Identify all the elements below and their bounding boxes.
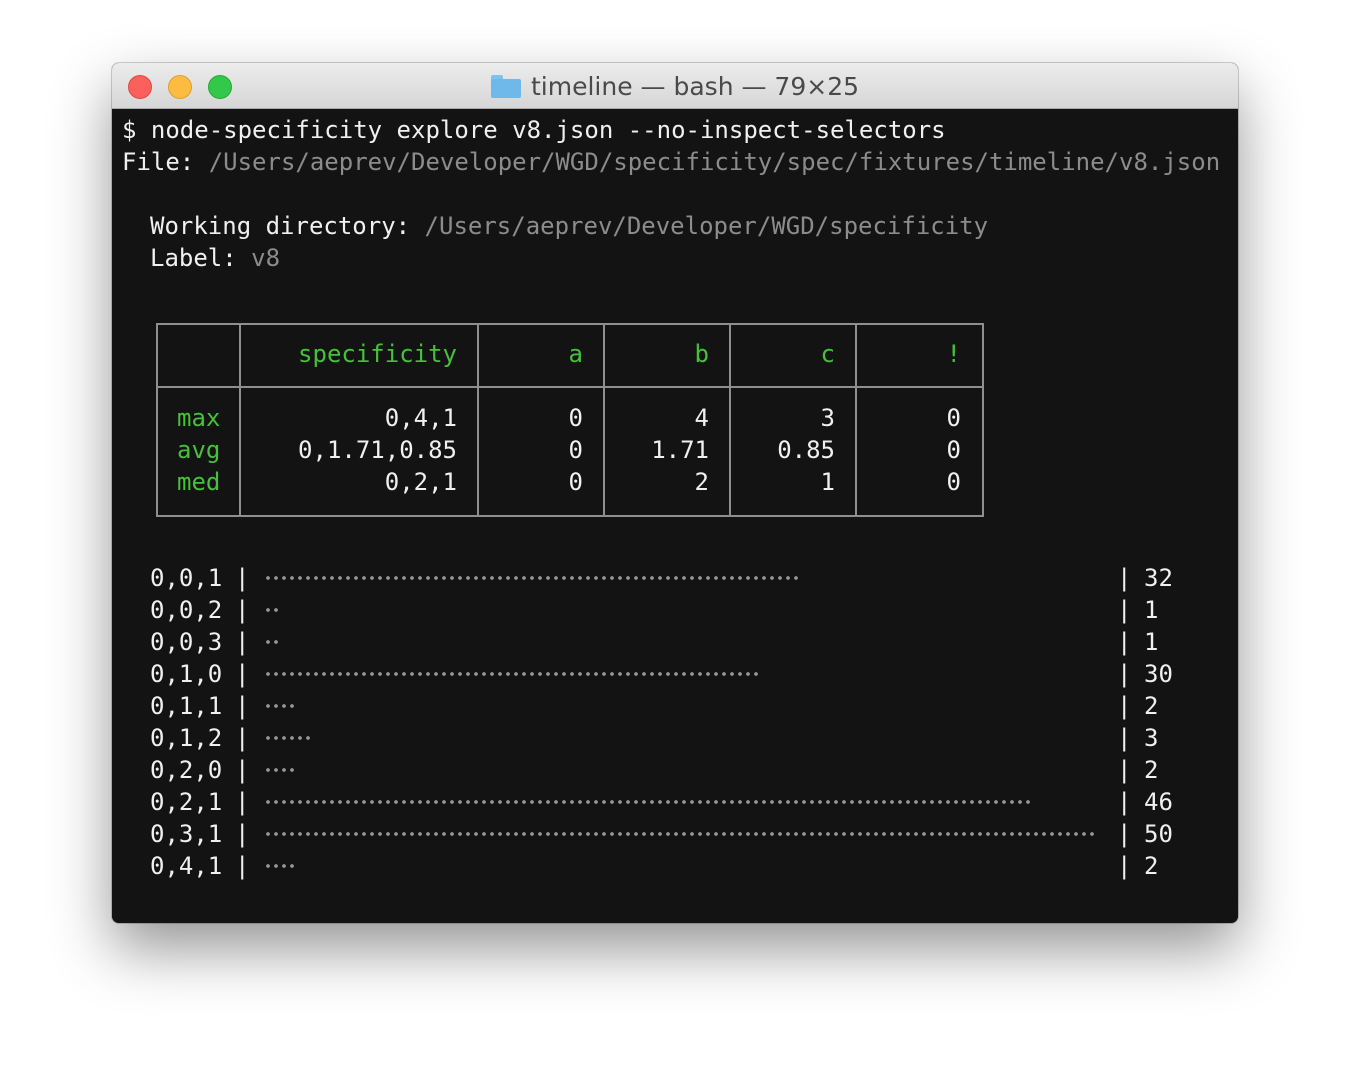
histogram-separator: |	[235, 820, 250, 848]
label-line: Label: v8	[150, 242, 280, 274]
histogram-bar	[264, 639, 280, 645]
histogram-separator: |	[235, 628, 250, 656]
header-a: a	[568, 340, 583, 368]
histogram-separator: |	[235, 692, 250, 720]
histogram-bar	[264, 703, 296, 709]
histogram-row: 0,1,1 | | 2	[112, 690, 1238, 722]
workdir-line: Working directory: /Users/aeprev/Develop…	[150, 210, 988, 242]
header-important: !	[946, 340, 961, 368]
histogram-count: 32	[1144, 564, 1173, 592]
histogram-count: 50	[1144, 820, 1173, 848]
histogram-separator: |	[1117, 788, 1132, 816]
terminal-window: timeline — bash — 79×25 $ node-specifici…	[112, 63, 1238, 923]
cell-specificity: 0,4,1	[384, 404, 457, 432]
histogram-row: 0,0,2 | | 1	[112, 594, 1238, 626]
histogram-separator: |	[235, 788, 250, 816]
histogram-separator: |	[235, 756, 250, 784]
window-title-area: timeline — bash — 79×25	[112, 63, 1238, 109]
histogram-count: 2	[1144, 692, 1159, 720]
histogram-bar	[264, 607, 280, 613]
cell-a: 0	[568, 468, 583, 496]
histogram-separator: |	[1117, 660, 1132, 688]
cell-c: 0.85	[777, 436, 835, 464]
file-path: /Users/aeprev/Developer/WGD/specificity/…	[208, 148, 1221, 176]
histogram-row: 0,1,2 | | 3	[112, 722, 1238, 754]
histogram-count: 30	[1144, 660, 1173, 688]
histogram-count: 2	[1144, 852, 1159, 880]
histogram-separator: |	[1117, 628, 1132, 656]
cell-important: 0	[946, 436, 961, 464]
file-label: File:	[122, 148, 195, 176]
cell-important: 0	[946, 404, 961, 432]
histogram-separator: |	[1117, 852, 1132, 880]
command-text: node-specificity explore v8.json --no-in…	[150, 116, 946, 144]
cell-specificity: 0,1.71,0.85	[298, 436, 457, 464]
row-name-max: max	[177, 404, 221, 432]
histogram-count: 46	[1144, 788, 1173, 816]
histogram-row: 0,0,3 | | 1	[112, 626, 1238, 658]
histogram-bar	[264, 831, 1096, 837]
histogram-separator: |	[1117, 596, 1132, 624]
header-c: c	[820, 340, 835, 368]
command-line: $ node-specificity explore v8.json --no-…	[122, 114, 946, 146]
stats-table: specificity a b c ! max 0,4,1 0 4 3 0 av…	[156, 323, 984, 517]
cell-c: 1	[820, 468, 835, 496]
histogram-separator: |	[235, 596, 250, 624]
histogram-row: 0,3,1 | | 50	[112, 818, 1238, 850]
histogram-separator: |	[1117, 756, 1132, 784]
histogram-separator: |	[235, 724, 250, 752]
histogram-bar	[264, 863, 296, 869]
title-bar[interactable]: timeline — bash — 79×25	[112, 63, 1238, 109]
header-specificity: specificity	[298, 340, 457, 368]
histogram-separator: |	[1117, 724, 1132, 752]
workdir-label: Working directory:	[150, 212, 411, 240]
histogram-separator: |	[1117, 564, 1132, 592]
workdir-path: /Users/aeprev/Developer/WGD/specificity	[424, 212, 989, 240]
histogram-row: 0,2,1 | | 46	[112, 786, 1238, 818]
histogram-bar	[264, 767, 296, 773]
cell-a: 0	[568, 436, 583, 464]
file-line: File: /Users/aeprev/Developer/WGD/specif…	[122, 146, 1220, 178]
window-title: timeline — bash — 79×25	[530, 71, 859, 101]
histogram-count: 3	[1144, 724, 1159, 752]
label-value: v8	[251, 244, 281, 272]
label-label: Label:	[150, 244, 237, 272]
histogram-separator: |	[235, 660, 250, 688]
table-header-divider	[156, 386, 984, 388]
histogram-bar	[264, 735, 312, 741]
histogram-count: 1	[1144, 596, 1159, 624]
cell-c: 3	[820, 404, 835, 432]
row-name-avg: avg	[177, 436, 221, 464]
histogram-separator: |	[1117, 820, 1132, 848]
terminal-content[interactable]: $ node-specificity explore v8.json --no-…	[112, 109, 1238, 923]
folder-icon	[490, 74, 521, 98]
prompt: $	[122, 116, 151, 144]
histogram-count: 2	[1144, 756, 1159, 784]
histogram-separator: |	[1117, 692, 1132, 720]
header-b: b	[694, 340, 709, 368]
cell-b: 1.71	[651, 436, 709, 464]
row-name-med: med	[177, 468, 221, 496]
cell-important: 0	[946, 468, 961, 496]
histogram-bar	[264, 799, 1032, 805]
histogram-row: 0,4,1 | | 2	[112, 850, 1238, 882]
histogram-bar	[264, 575, 800, 581]
cell-b: 2	[694, 468, 709, 496]
cell-a: 0	[568, 404, 583, 432]
histogram-count: 1	[1144, 628, 1159, 656]
cell-b: 4	[694, 404, 709, 432]
histogram-row: 0,0,1 | | 32	[112, 562, 1238, 594]
histogram-row: 0,1,0 | | 30	[112, 658, 1238, 690]
histogram-bar	[264, 671, 760, 677]
histogram-separator: |	[235, 852, 250, 880]
cell-specificity: 0,2,1	[384, 468, 457, 496]
histogram-row: 0,2,0 | | 2	[112, 754, 1238, 786]
histogram-separator: |	[235, 564, 250, 592]
